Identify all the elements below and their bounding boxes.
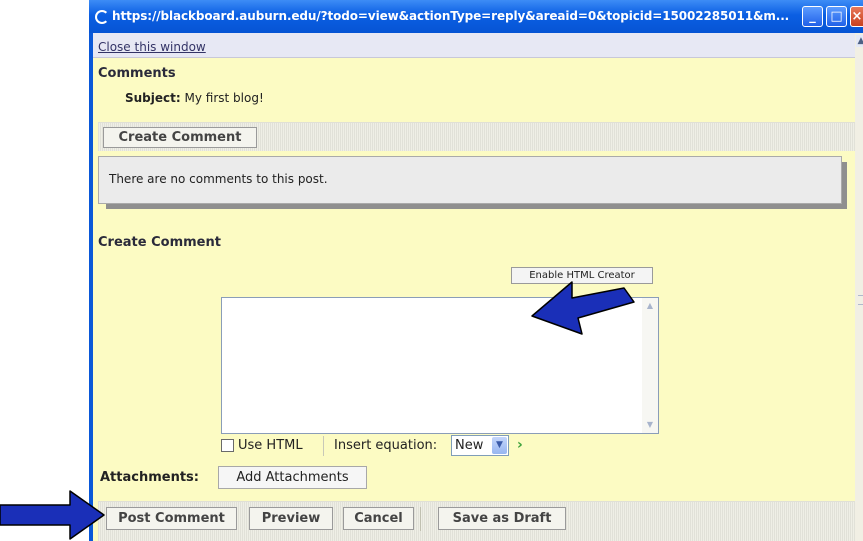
subject-value: My first blog! — [184, 91, 264, 105]
separator — [323, 436, 324, 456]
equation-select[interactable]: New ▼ — [451, 435, 509, 456]
go-arrow-icon[interactable]: › — [517, 437, 523, 453]
annotation-arrow-post-icon — [0, 490, 105, 540]
comments-heading: Comments — [98, 66, 176, 81]
preview-button[interactable]: Preview — [249, 507, 333, 530]
chevron-down-icon[interactable]: ▼ — [492, 437, 507, 454]
scroll-up-arrow-icon[interactable]: ▲ — [856, 35, 863, 47]
add-attachments-button[interactable]: Add Attachments — [218, 466, 367, 489]
close-window-button[interactable]: × — [850, 6, 863, 27]
save-as-draft-button[interactable]: Save as Draft — [438, 507, 566, 530]
post-comment-button[interactable]: Post Comment — [106, 507, 237, 530]
textarea-scrollbar[interactable]: ▲ ▼ — [642, 298, 658, 433]
attachments-label: Attachments: — [100, 470, 199, 485]
popup-window: https://blackboard.auburn.edu/?todo=view… — [89, 0, 863, 541]
window-titlebar[interactable]: https://blackboard.auburn.edu/?todo=view… — [89, 0, 863, 33]
scroll-down-icon[interactable]: ▼ — [644, 419, 656, 431]
scroll-up-icon[interactable]: ▲ — [644, 300, 656, 312]
action-toolbar: Post Comment Preview Cancel Save as Draf… — [98, 501, 855, 541]
no-comments-text: There are no comments to this post. — [109, 172, 328, 186]
annotation-arrow-textarea-icon — [531, 281, 635, 335]
create-comment-toolbar: Create Comment — [98, 122, 855, 151]
window-title: https://blackboard.auburn.edu/?todo=view… — [112, 9, 790, 23]
equation-select-value: New — [455, 438, 484, 453]
create-comment-heading: Create Comment — [98, 235, 221, 250]
button-separator — [420, 507, 421, 531]
use-html-label: Use HTML — [238, 438, 303, 453]
create-comment-button[interactable]: Create Comment — [103, 127, 257, 148]
window-scrollbar[interactable]: ▲ — [855, 33, 863, 541]
ie-icon — [95, 10, 109, 24]
window-content: Close this window Comments Subject: My f… — [93, 33, 863, 541]
top-strip: Close this window — [93, 33, 855, 58]
insert-equation-label: Insert equation: — [334, 438, 438, 453]
use-html-checkbox[interactable] — [221, 439, 234, 452]
cancel-button[interactable]: Cancel — [343, 507, 414, 530]
subject-line: Subject: My first blog! — [125, 91, 264, 105]
minimize-button[interactable]: _ — [802, 6, 823, 27]
scroll-grip[interactable] — [858, 295, 863, 305]
close-window-link[interactable]: Close this window — [98, 40, 206, 54]
maximize-button[interactable]: □ — [826, 6, 847, 27]
subject-label: Subject: — [125, 91, 181, 105]
no-comments-box: There are no comments to this post. — [98, 156, 842, 204]
